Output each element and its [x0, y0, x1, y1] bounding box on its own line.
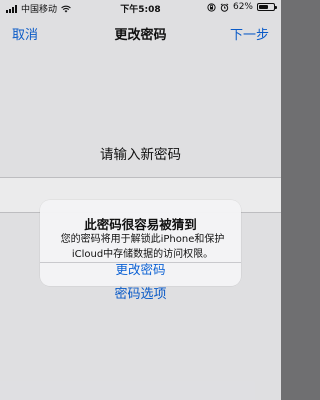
alert-title: 此密码很容易被猜到: [84, 217, 197, 232]
alert-message: 您的密码将用于解锁此iPhone和保护iCloud中存储数据的访问权限。: [60, 234, 225, 260]
screen: 中国移动 下午5:08 62% 取消 更改密码 下一步 请输入新密码 密码选项 …: [0, 0, 281, 400]
change-password-button[interactable]: 更改密码: [40, 263, 241, 286]
weak-password-alert: 此密码很容易被猜到 您的密码将用于解锁此iPhone和保护iCloud中存储数据…: [40, 200, 241, 286]
